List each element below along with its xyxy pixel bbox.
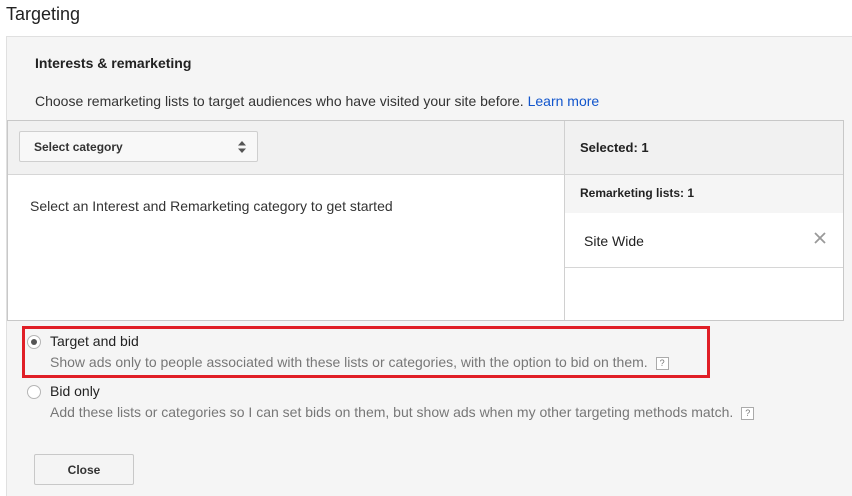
page-title: Targeting [6,4,81,24]
section-description: Choose remarketing lists to target audie… [35,93,599,109]
bid-only-description-text: Add these lists or categories so I can s… [50,404,734,420]
selected-count: Selected: 1 [580,140,649,155]
close-button[interactable]: Close [34,454,134,485]
help-icon[interactable]: ? [741,406,755,420]
remarketing-group-header: Remarketing lists: 1 [565,175,843,213]
category-picker: Select category Selected: 1 Select an In… [7,120,844,321]
category-list-area: Select an Interest and Remarketing categ… [8,175,565,320]
bid-only-description: Add these lists or categories so I can s… [50,404,755,420]
empty-hint: Select an Interest and Remarketing categ… [30,198,393,214]
picker-left-header: Select category [8,121,565,175]
selected-list-item: Site Wide [565,213,843,268]
section-title: Interests & remarketing [35,55,192,71]
up-down-arrows-icon [238,141,246,153]
remarketing-group-label: Remarketing lists: 1 [580,186,695,200]
selected-list-item-label: Site Wide [584,233,644,249]
category-select-label: Select category [34,140,123,154]
description-text: Choose remarketing lists to target audie… [35,93,524,109]
bid-only-label: Bid only [50,383,100,399]
bid-only-radio[interactable] [27,385,41,399]
selected-list-area: Remarketing lists: 1 Site Wide [565,175,843,320]
selected-header: Selected: 1 [565,121,843,175]
category-select[interactable]: Select category [19,131,258,162]
highlight-annotation-box [22,326,710,378]
close-x-icon[interactable] [813,231,827,245]
learn-more-link[interactable]: Learn more [528,93,600,109]
interests-remarketing-panel: Interests & remarketing Choose remarketi… [6,36,852,496]
